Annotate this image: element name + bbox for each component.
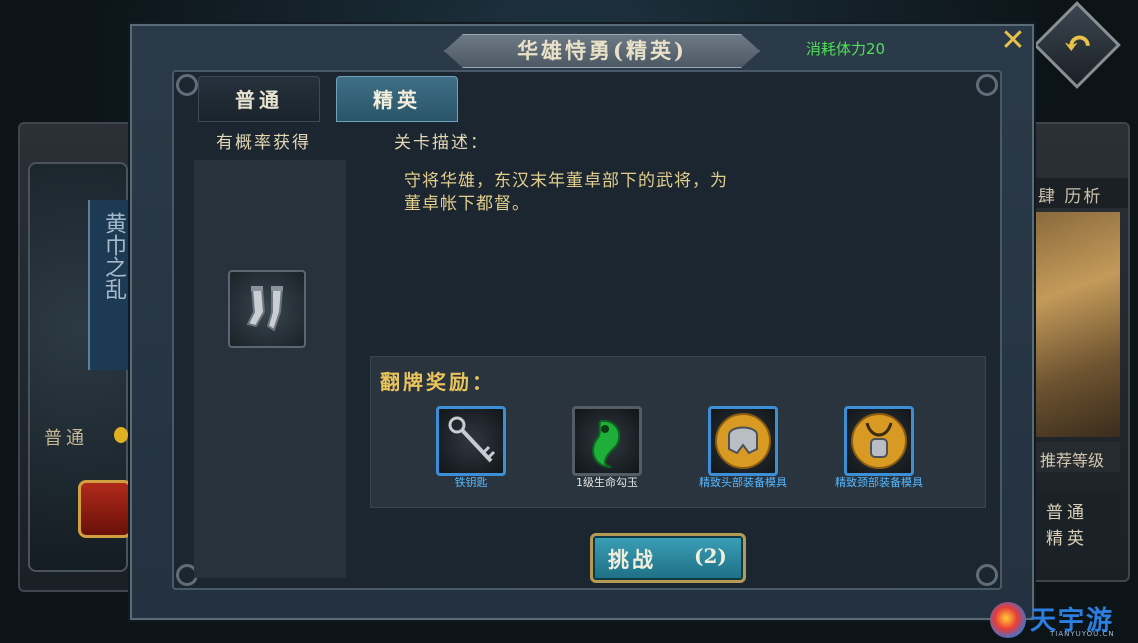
right-stage-header: 肆 历析 [1032, 178, 1128, 208]
description-label: 关卡描述： [394, 133, 489, 153]
reward-slot-magatama[interactable] [572, 406, 642, 476]
iron-greaves-icon [246, 286, 284, 332]
helmet-mold-icon [715, 413, 771, 469]
coin-icon [114, 427, 128, 443]
reward-name-neck-mold: 精致颈部装备模具 [835, 476, 923, 489]
drops-label: 有概率获得 [216, 133, 311, 153]
iron-key-icon [448, 416, 496, 463]
reward-name-helmet-mold: 精致头部装备模具 [699, 476, 787, 489]
treasure-chest-icon[interactable] [78, 480, 132, 538]
right-stage-artwork [1036, 212, 1120, 437]
back-arrow-icon: ↶ [1062, 23, 1094, 65]
tab-elite[interactable]: 精英 [336, 76, 458, 122]
watermark-subtext: TIANYUYOU.CN [1050, 630, 1115, 638]
stage-description: 守将华雄，东汉末年董卓部下的武将，为董卓帐下都督。 [404, 171, 728, 214]
right-stage-mode-elite[interactable]: 精英 [1046, 524, 1088, 549]
neck-mold-icon [851, 413, 907, 469]
corner-ornament-icon [976, 74, 998, 96]
drops-panel [194, 160, 346, 578]
rewards-label: 翻牌奖励： [380, 370, 495, 394]
stamina-cost: 消耗体力20 [806, 40, 886, 58]
watermark-logo-icon [990, 602, 1026, 638]
reward-name-magatama: 1级生命勾玉 [576, 476, 638, 489]
tab-normal[interactable]: 普通 [198, 76, 320, 122]
reward-slot-neck-mold[interactable] [844, 406, 914, 476]
left-stage-mode: 普通 [44, 428, 88, 449]
corner-ornament-icon [976, 564, 998, 586]
close-button[interactable]: ✕ [997, 26, 1029, 56]
challenge-label: 挑战 [608, 547, 656, 572]
drop-item-slot[interactable] [228, 270, 306, 348]
challenge-count: (2) [694, 544, 727, 568]
right-stage-recommend-level: 推荐等级 [1036, 442, 1120, 472]
reward-slot-helmet-mold[interactable] [708, 406, 778, 476]
reward-slot-iron-key[interactable] [436, 406, 506, 476]
reward-name-iron-key: 铁钥匙 [454, 476, 488, 489]
green-magatama-icon [592, 419, 621, 468]
dialog-title: 华雄恃勇(精英) [517, 38, 687, 63]
corner-ornament-icon [176, 74, 198, 96]
left-stage-title: 黄巾之乱 [101, 212, 126, 300]
right-stage-mode-normal[interactable]: 普通 [1046, 498, 1088, 523]
